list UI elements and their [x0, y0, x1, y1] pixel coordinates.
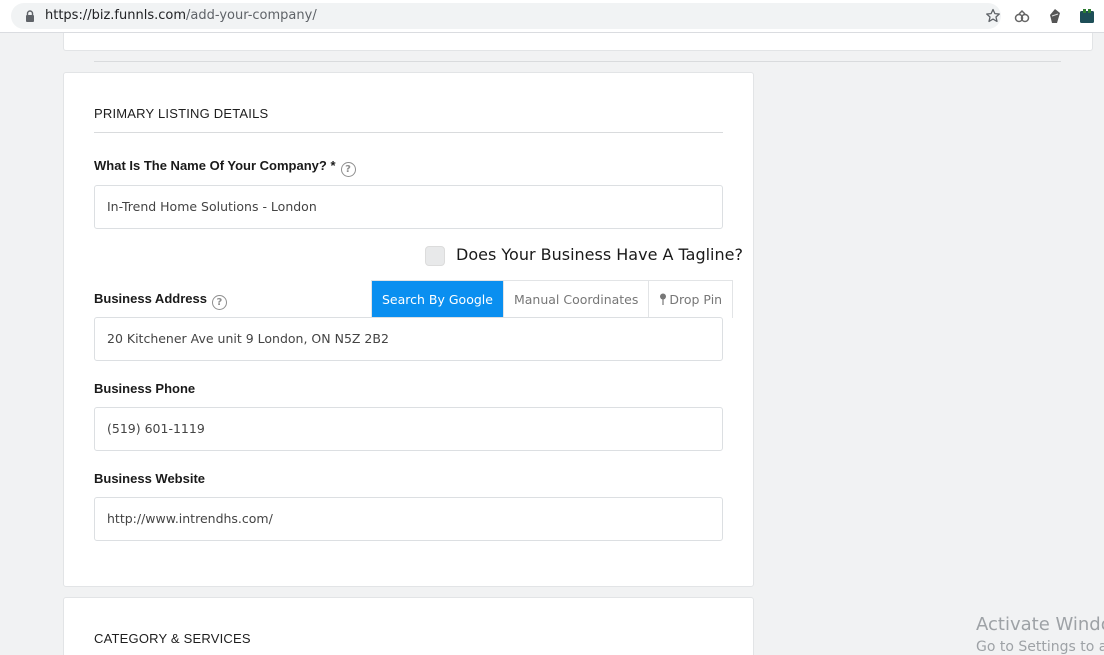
category-services-card — [63, 597, 754, 655]
activation-watermark-title: Activate Windo — [976, 614, 1104, 635]
divider — [94, 61, 1061, 62]
business-phone-input[interactable]: (519) 601-1119 — [94, 407, 723, 451]
tab-drop-pin[interactable]: Drop Pin — [649, 281, 733, 318]
section-title: CATEGORY & SERVICES — [94, 631, 251, 646]
company-name-label-text: What Is The Name Of Your Company? * — [94, 158, 336, 173]
tagline-label[interactable]: Does Your Business Have A Tagline? — [456, 245, 743, 264]
url-host: https://biz.funnls.com — [45, 8, 186, 23]
map-pin-icon — [660, 293, 667, 305]
url-text[interactable]: https://biz.funnls.com/add-your-company/ — [45, 8, 317, 23]
section-title: PRIMARY LISTING DETAILS — [94, 106, 269, 121]
extension-icon[interactable] — [1013, 7, 1031, 25]
business-address-input[interactable]: 20 Kitchener Ave unit 9 London, ON N5Z 2… — [94, 317, 723, 361]
help-icon[interactable]: ? — [211, 295, 227, 310]
section-divider — [94, 132, 723, 133]
help-icon[interactable]: ? — [340, 162, 356, 177]
lock-icon — [26, 10, 34, 22]
bookmark-star-icon[interactable] — [985, 8, 1001, 24]
browser-toolbar: https://biz.funnls.com/add-your-company/ — [0, 0, 1104, 33]
tab-drop-pin-label: Drop Pin — [669, 292, 723, 307]
url-path: /add-your-company/ — [186, 8, 317, 23]
company-name-input[interactable]: In-Trend Home Solutions - London — [94, 185, 723, 229]
business-address-label: Business Address? — [94, 291, 227, 310]
address-bar[interactable]: https://biz.funnls.com/add-your-company/ — [11, 3, 1001, 29]
company-name-label: What Is The Name Of Your Company? *? — [94, 158, 356, 177]
activation-watermark-subtitle: Go to Settings to ac — [976, 639, 1104, 655]
address-mode-tabs: Search By Google Manual Coordinates Drop… — [371, 280, 734, 318]
tab-manual-coordinates[interactable]: Manual Coordinates — [503, 281, 650, 318]
tab-search-by-google[interactable]: Search By Google — [372, 281, 504, 318]
extension-icon[interactable] — [1078, 7, 1096, 25]
business-website-input[interactable]: http://www.intrendhs.com/ — [94, 497, 723, 541]
extension-icon[interactable] — [1046, 7, 1064, 25]
previous-section-card — [63, 33, 1093, 51]
business-phone-label: Business Phone — [94, 381, 196, 396]
tagline-checkbox[interactable] — [425, 246, 445, 266]
business-address-label-text: Business Address — [94, 291, 207, 306]
business-website-label: Business Website — [94, 471, 206, 486]
